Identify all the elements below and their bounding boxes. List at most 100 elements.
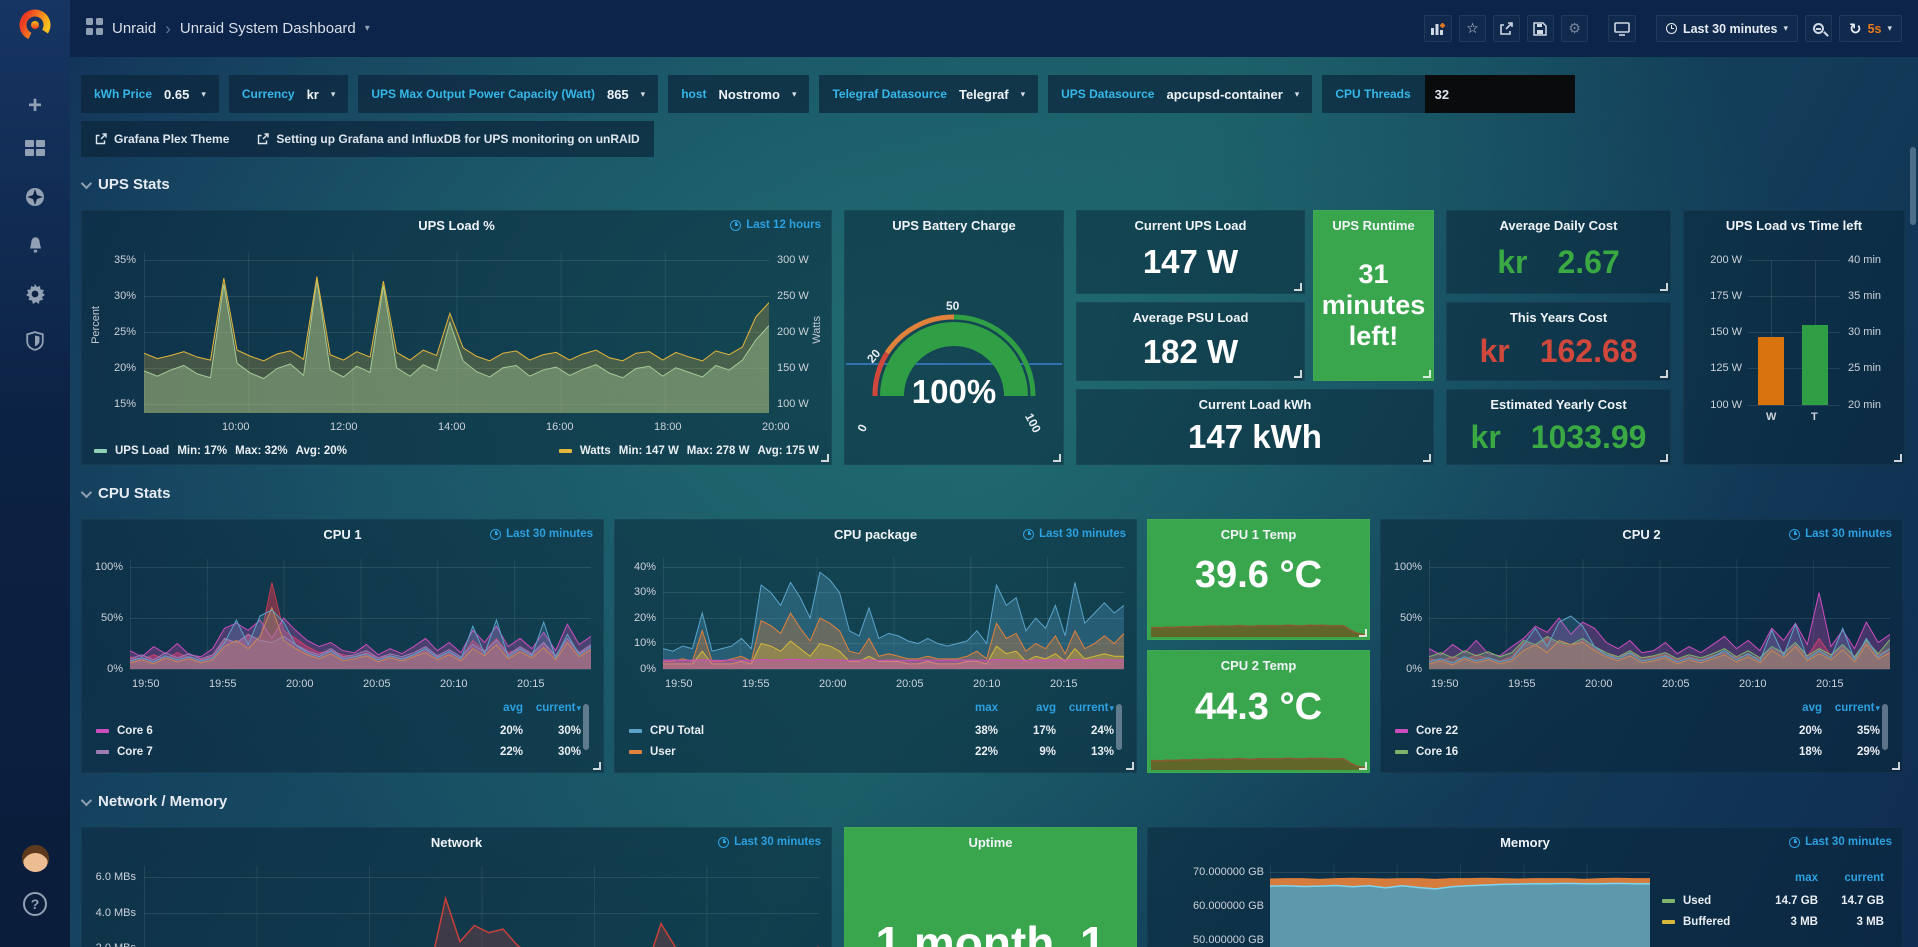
memory-chart[interactable]: [1270, 865, 1650, 947]
legend-row: User22%9%13%: [629, 741, 1114, 762]
chart-legend-table: maxcurrent Used14.7 GB14.7 GB Buffered3 …: [1662, 872, 1884, 932]
cycle-view-mode-button[interactable]: [1608, 15, 1636, 42]
time-range-badge[interactable]: Last 30 minutes: [490, 528, 593, 540]
variable-ups-max-output[interactable]: UPS Max Output Power Capacity (Watt)865▾: [358, 75, 658, 113]
stat-value: 147 W: [1077, 237, 1304, 287]
breadcrumb-page-title[interactable]: Unraid System Dashboard: [180, 20, 356, 37]
gear-icon: ⚙: [1568, 20, 1581, 37]
time-range-badge[interactable]: Last 12 hours: [730, 219, 821, 231]
y-axis-right-label: Watts: [811, 316, 823, 344]
panel-estimated-yearly-cost: Estimated Yearly Cost kr1033.99: [1446, 389, 1671, 465]
temp-sparkline: [1151, 599, 1366, 637]
dashboards-icon[interactable]: [0, 138, 70, 160]
legend-series-name[interactable]: Watts: [580, 445, 611, 457]
breadcrumb-root[interactable]: Unraid: [112, 20, 156, 37]
cpu-package-chart[interactable]: [663, 557, 1124, 669]
dashboard-dropdown-caret-icon[interactable]: ▾: [365, 23, 370, 34]
panel-uptime: Uptime 1 month, 1: [844, 827, 1137, 947]
panel-title[interactable]: Estimated Yearly Cost: [1447, 397, 1670, 412]
temp-sparkline: [1151, 732, 1366, 770]
panel-title[interactable]: Current UPS Load: [1077, 218, 1304, 233]
bar-column-t[interactable]: [1802, 260, 1828, 405]
chart-legend-table: maxavgcurrent CPU Total38%17%24% User22%…: [629, 702, 1114, 762]
stat-value: kr162.68: [1479, 333, 1637, 370]
network-chart[interactable]: [144, 866, 819, 947]
ups-load-chart[interactable]: [144, 252, 769, 413]
zoom-out-time-button[interactable]: [1805, 15, 1832, 42]
link-ups-monitoring-guide[interactable]: Setting up Grafana and InfluxDB for UPS …: [243, 121, 653, 157]
legend-row: Core 2220%35%: [1395, 720, 1880, 741]
panel-title[interactable]: UPS Battery Charge: [845, 218, 1063, 233]
chart-legend: UPS LoadMin: 17%Max: 32%Avg: 20% WattsMi…: [94, 445, 819, 457]
variable-host[interactable]: hostNostromo▾: [668, 75, 809, 113]
panel-cpu1: CPU 1 Last 30 minutes 100% 50% 0% 19:50 …: [81, 519, 604, 773]
panel-title[interactable]: Average PSU Load: [1077, 310, 1304, 325]
chart-legend-table: avgcurrent Core 620%30% Core 722%30%: [96, 702, 581, 762]
page-scrollbar[interactable]: [1910, 147, 1916, 225]
server-admin-shield-icon[interactable]: [0, 330, 70, 352]
refresh-picker[interactable]: ↻ 5s ▾: [1839, 15, 1902, 42]
section-cpu-stats[interactable]: CPU Stats: [81, 485, 171, 502]
cpu1-chart[interactable]: [130, 559, 591, 669]
link-grafana-plex-theme[interactable]: Grafana Plex Theme: [81, 121, 243, 157]
legend-scrollbar[interactable]: [583, 704, 589, 750]
stat-value: 147 kWh: [1077, 416, 1433, 458]
chevron-down-icon: [81, 177, 92, 188]
time-range-badge[interactable]: Last 30 minutes: [718, 836, 821, 848]
cpu2-chart[interactable]: [1429, 559, 1890, 669]
legend-scrollbar[interactable]: [1882, 704, 1888, 750]
panel-title[interactable]: CPU 1 Temp: [1148, 527, 1369, 542]
panel-title[interactable]: UPS Load vs Time left: [1684, 218, 1904, 233]
refresh-icon: ↻: [1849, 20, 1862, 38]
time-range-badge[interactable]: Last 30 minutes: [1023, 528, 1126, 540]
panel-title[interactable]: Uptime: [845, 835, 1136, 850]
cpu-threads-input[interactable]: [1425, 75, 1575, 113]
panel-title[interactable]: UPS Runtime: [1314, 218, 1433, 233]
grafana-logo-icon[interactable]: [0, 8, 70, 42]
y-axis-label: Percent: [90, 306, 102, 344]
time-range-badge[interactable]: Last 30 minutes: [1789, 528, 1892, 540]
panel-average-daily-cost: Average Daily Cost kr2.67: [1446, 210, 1671, 294]
panel-title[interactable]: Average Daily Cost: [1447, 218, 1670, 233]
legend-row: CPU Total38%17%24%: [629, 720, 1114, 741]
legend-row: Core 722%30%: [96, 741, 581, 762]
panel-title[interactable]: UPS Load %: [82, 218, 831, 233]
bar-column-w[interactable]: [1758, 260, 1784, 405]
legend-series-name[interactable]: UPS Load: [115, 445, 169, 457]
legend-scrollbar[interactable]: [1116, 704, 1122, 750]
create-plus-icon[interactable]: +: [0, 92, 70, 120]
panel-ups-battery-gauge: UPS Battery Charge 0 20 50 100 100%: [844, 210, 1064, 465]
alerting-bell-icon[interactable]: [0, 235, 70, 257]
chevron-down-icon: [81, 794, 92, 805]
external-link-icon: [257, 133, 269, 145]
panel-title[interactable]: This Years Cost: [1447, 310, 1670, 325]
panel-cpu-package: CPU package Last 30 minutes 40% 30% 20% …: [614, 519, 1137, 773]
legend-row: Buffered3 MB3 MB: [1662, 911, 1884, 932]
panel-title[interactable]: Current Load kWh: [1077, 397, 1433, 412]
section-network-memory[interactable]: Network / Memory: [81, 793, 227, 810]
stat-value: 182 W: [1077, 329, 1304, 374]
share-dashboard-button[interactable]: [1493, 15, 1520, 42]
top-navbar: Unraid › Unraid System Dashboard ▾ ☆ ⚙ L…: [70, 0, 1918, 57]
user-avatar[interactable]: [0, 845, 70, 878]
explore-compass-icon[interactable]: [0, 186, 70, 208]
panel-title[interactable]: CPU 2 Temp: [1148, 658, 1369, 673]
variable-telegraf-datasource[interactable]: Telegraf DatasourceTelegraf▾: [819, 75, 1038, 113]
panel-ups-load-vs-time-left: UPS Load vs Time left 200 W 175 W 150 W …: [1683, 210, 1905, 465]
variable-kwh-price[interactable]: kWh Price0.65▾: [81, 75, 219, 113]
save-dashboard-button[interactable]: [1527, 15, 1554, 42]
help-icon[interactable]: ?: [0, 892, 70, 916]
time-range-picker[interactable]: Last 30 minutes ▾: [1656, 15, 1798, 42]
chevron-down-icon: [81, 486, 92, 497]
time-range-badge[interactable]: Last 30 minutes: [1789, 836, 1892, 848]
configuration-gear-icon[interactable]: [0, 283, 70, 305]
dashboard-settings-button[interactable]: ⚙: [1561, 15, 1588, 42]
stat-value: kr1033.99: [1471, 419, 1647, 456]
add-panel-button[interactable]: [1424, 15, 1452, 42]
star-icon: ☆: [1466, 20, 1479, 37]
star-dashboard-button[interactable]: ☆: [1459, 15, 1486, 42]
variable-currency[interactable]: Currencykr▾: [229, 75, 349, 113]
apps-grid-icon[interactable]: [86, 18, 103, 39]
section-ups-stats[interactable]: UPS Stats: [81, 176, 170, 193]
variable-ups-datasource[interactable]: UPS Datasourceapcupsd-container▾: [1048, 75, 1312, 113]
